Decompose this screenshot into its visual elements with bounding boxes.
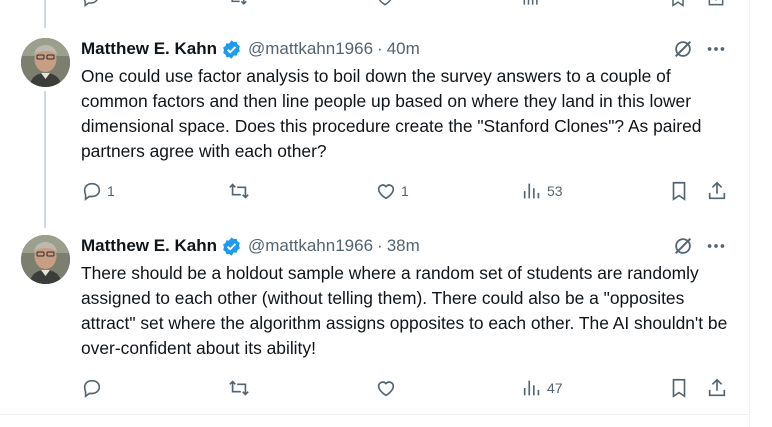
verified-badge-icon[interactable] (221, 236, 242, 257)
author-handle[interactable]: @mattkahn1966 (248, 236, 373, 256)
author-name[interactable]: Matthew E. Kahn (81, 236, 217, 256)
repost-button[interactable] (228, 377, 254, 399)
reply-button[interactable] (81, 377, 107, 399)
avatar[interactable] (21, 38, 70, 87)
tweet-text: There should be a holdout sample where a… (81, 263, 728, 358)
author-handle[interactable]: @mattkahn1966 (248, 39, 373, 59)
reply-icon (83, 379, 101, 398)
divider (0, 414, 750, 415)
like-icon (377, 381, 395, 397)
timestamp[interactable]: 40m (387, 39, 420, 59)
share-icon (708, 378, 726, 397)
views-icon (523, 380, 540, 396)
separator: · (377, 236, 383, 255)
tweet-actions: 47 (0, 377, 750, 399)
tweet[interactable]: Matthew E. Kahn @mattkahn1966 · 40m One … (0, 0, 750, 215)
views-button[interactable]: 47 (521, 377, 563, 399)
grok-icon[interactable] (672, 38, 694, 60)
more-icon[interactable] (705, 38, 727, 60)
avatar[interactable] (21, 235, 70, 284)
verified-badge-icon[interactable] (221, 39, 242, 60)
tweet-text: One could use factor analysis to boil do… (81, 66, 702, 161)
bookmark-icon (672, 378, 686, 398)
tweet[interactable]: Matthew E. Kahn @mattkahn1966 · 38m Ther… (0, 197, 750, 414)
tweet-header: Matthew E. Kahn @mattkahn1966 · 38m (81, 236, 420, 256)
tweet-header: Matthew E. Kahn @mattkahn1966 · 40m (81, 39, 420, 59)
author-name[interactable]: Matthew E. Kahn (81, 39, 217, 59)
timeline-column: Matthew E. Kahn @mattkahn1966 · 40m One … (0, 0, 750, 427)
share-button[interactable] (706, 377, 728, 399)
bookmark-button[interactable] (668, 377, 690, 399)
timestamp[interactable]: 38m (387, 236, 420, 256)
repost-icon (229, 380, 249, 396)
grok-icon[interactable] (672, 235, 694, 257)
like-button[interactable] (375, 377, 401, 399)
separator: · (377, 39, 383, 58)
more-icon[interactable] (705, 235, 727, 257)
views-count: 47 (547, 380, 563, 396)
